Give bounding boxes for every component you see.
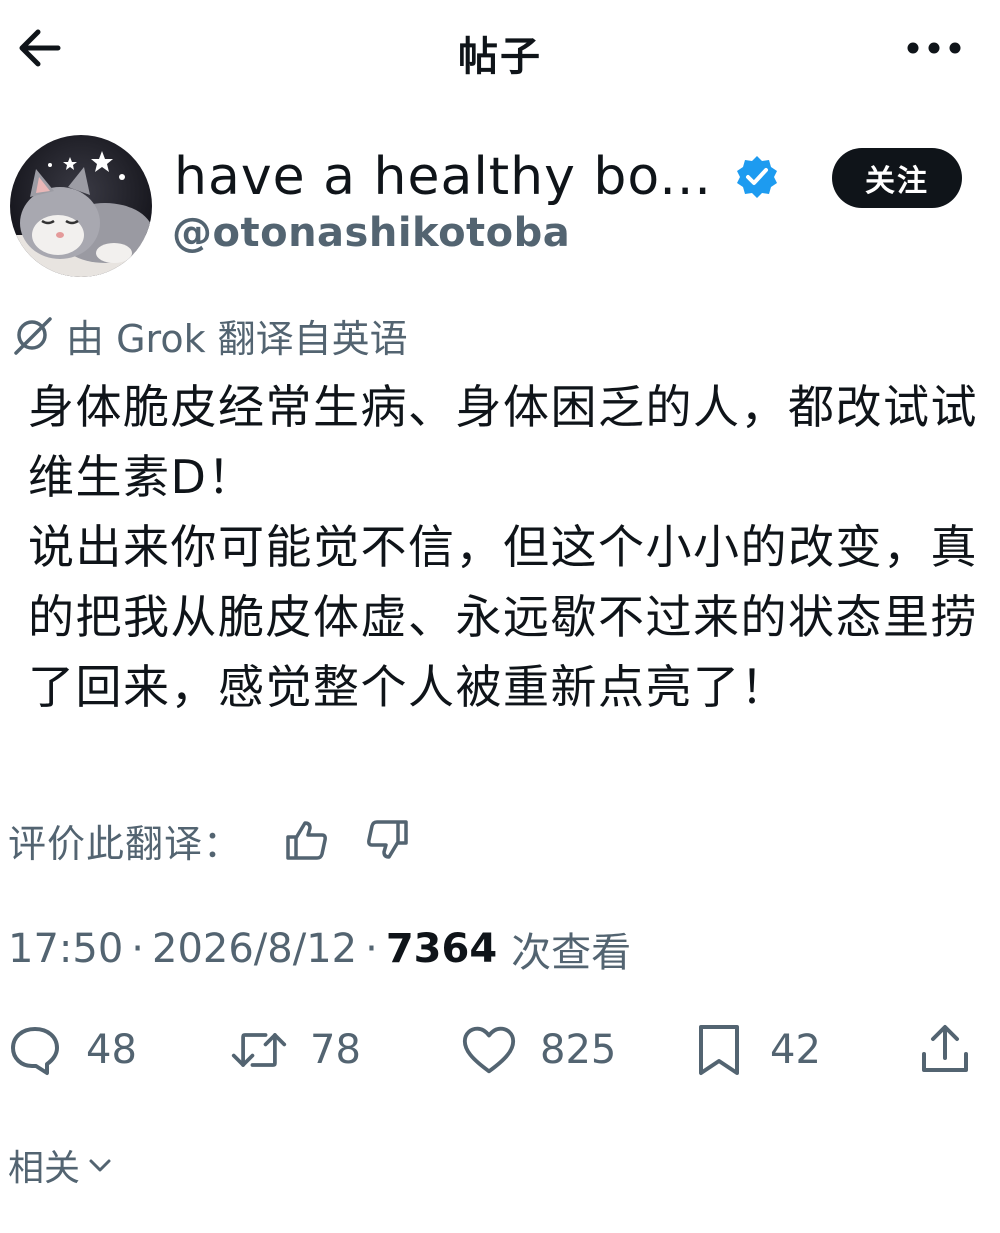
display-name-row[interactable]: have a healthy bo... (174, 142, 780, 212)
author-handle[interactable]: @otonashikotoba (172, 210, 570, 256)
share-button[interactable] (916, 1020, 974, 1080)
repost-button[interactable]: 78 (230, 1020, 361, 1080)
bookmark-count: 42 (770, 1027, 821, 1073)
bookmark-icon (690, 1021, 748, 1079)
views-count: 7364 (385, 926, 498, 972)
related-toggle[interactable]: 相关 (8, 1140, 114, 1190)
grok-icon (10, 313, 54, 357)
rate-translation-label: 评价此翻译： (8, 821, 243, 866)
bookmark-button[interactable]: 42 (690, 1020, 821, 1080)
views-label: 次查看 (511, 930, 632, 976)
separator-dot: · (131, 926, 144, 972)
translation-note-text: 由 Grok 翻译自英语 (66, 316, 408, 361)
reply-count: 48 (86, 1027, 137, 1073)
thumbs-down-icon[interactable] (362, 814, 414, 866)
repost-icon (230, 1021, 288, 1079)
chevron-down-icon (86, 1151, 114, 1179)
reply-button[interactable]: 48 (6, 1020, 137, 1080)
avatar-image (10, 135, 152, 277)
related-label: 相关 (8, 1148, 81, 1189)
post-date[interactable]: 2026/8/12 (152, 926, 357, 972)
post-meta: 17:50 · 2026/8/12 · 7364 次查看 (8, 920, 631, 978)
translation-note: 由 Grok 翻译自英语 (10, 310, 408, 361)
more-options-button[interactable] (904, 30, 964, 66)
verified-badge-icon (734, 154, 780, 200)
heart-icon (460, 1021, 518, 1079)
repost-count: 78 (310, 1027, 361, 1073)
post-time[interactable]: 17:50 (8, 926, 123, 972)
separator-dot: · (365, 926, 378, 972)
post-text: 身体脆皮经常生病、身体困乏的人，都改试试维生素D！ 说出来你可能觉不信，但这个小… (28, 380, 978, 714)
like-count: 825 (540, 1027, 617, 1073)
follow-button[interactable]: 关注 (832, 148, 962, 208)
share-icon (916, 1021, 974, 1079)
reply-icon (6, 1021, 64, 1079)
top-bar: 帖子 (0, 0, 1000, 96)
rate-translation-row: 评价此翻译： (8, 812, 414, 868)
thumbs-up-icon[interactable] (280, 814, 332, 866)
avatar[interactable] (10, 135, 152, 277)
like-button[interactable]: 825 (460, 1020, 616, 1080)
display-name[interactable]: have a healthy bo... (174, 147, 712, 207)
page-title: 帖子 (458, 34, 542, 80)
more-icon (907, 42, 961, 54)
